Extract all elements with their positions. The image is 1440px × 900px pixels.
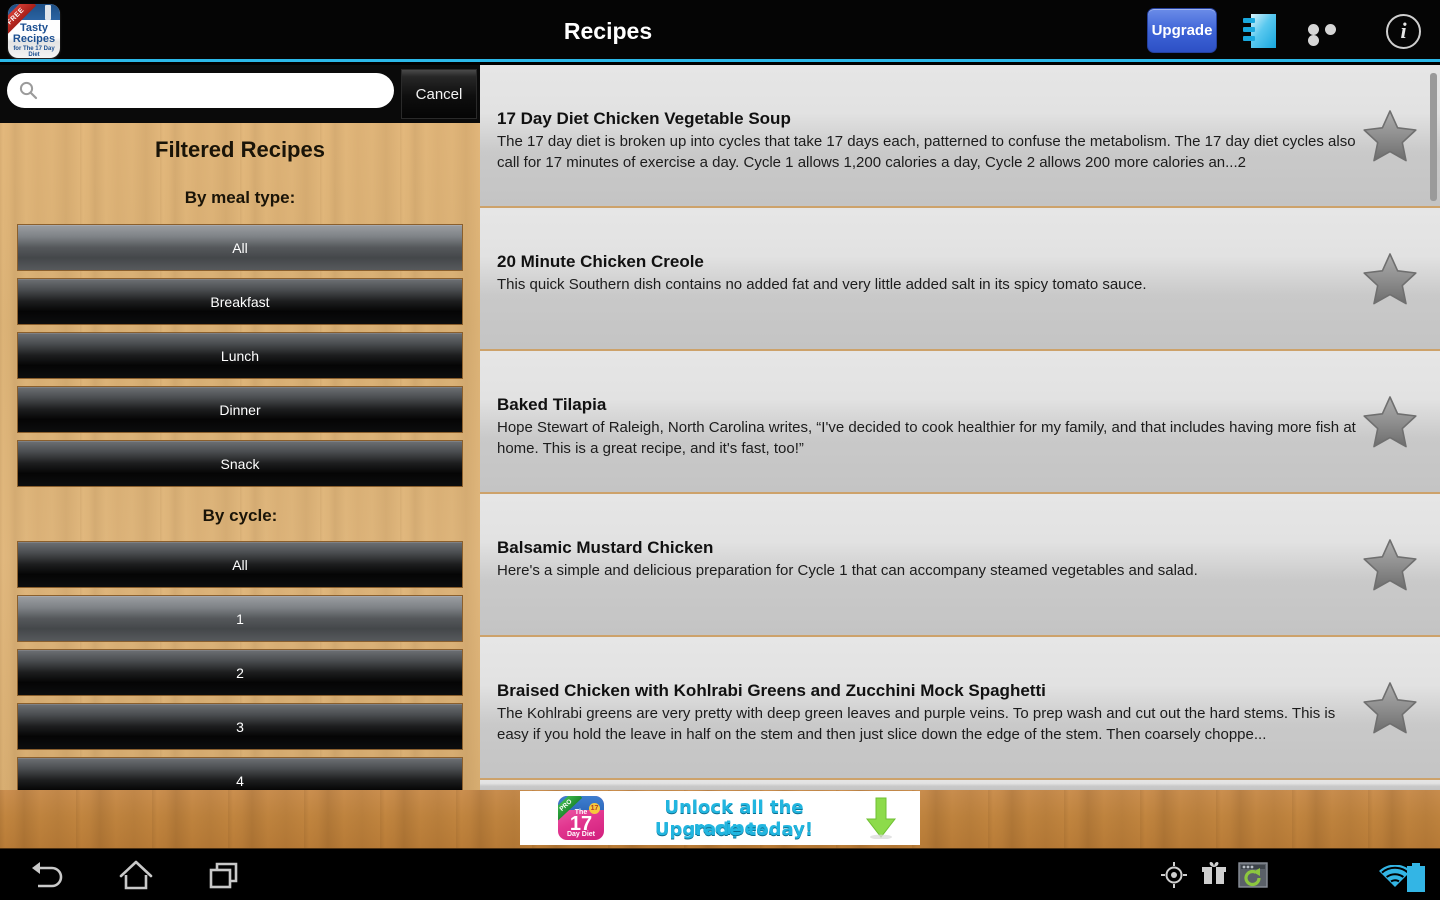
group-label-cycle: By cycle: [202,506,278,525]
sync-icon[interactable] [1238,861,1268,894]
ad-headline-line2: Upgrade today! [654,819,814,840]
table-row[interactable]: Baked Tilapia Hope Stewart of Raleigh, N… [480,351,1440,494]
recipe-description: The Kohlrabi greens are very pretty with… [497,705,1336,743]
filter-cycle-3[interactable]: 3 [17,703,463,750]
overflow-dot [1308,24,1319,35]
home-icon[interactable] [115,859,157,891]
gift-icon[interactable] [1202,861,1226,892]
recipe-title: Baked Tilapia [497,395,607,414]
recipe-title: 17 Day Diet Chicken Vegetable Soup [497,109,791,128]
ad-app-icon: The 17 17 Day Diet PRO [558,796,604,840]
recipe-description: This quick Southern dish contains no add… [497,276,1147,293]
recipe-description: Here's a simple and delicious preparatio… [497,562,1198,579]
recipe-title: Braised Chicken with Kohlrabi Greens and… [497,681,1046,700]
page-title: Recipes [563,18,653,44]
recipe-description: The 17 day diet is broken up into cycles… [497,133,1356,171]
table-row[interactable]: 17 Day Diet Chicken Vegetable Soup The 1… [480,65,1440,208]
overflow-menu-icon[interactable] [1308,24,1354,46]
filter-meal-dinner[interactable]: Dinner [17,386,463,433]
info-icon[interactable]: i [1386,14,1421,49]
star-icon[interactable] [1362,681,1418,735]
location-icon[interactable] [1160,861,1188,894]
filter-cycle-1[interactable]: 1 [17,595,463,642]
group-label-meal-type: By meal type: [184,188,296,207]
recipe-title: Balsamic Mustard Chicken [497,538,714,557]
filter-meal-lunch[interactable]: Lunch [17,332,463,379]
table-row[interactable]: Balsamic Mustard Chicken Here's a simple… [480,494,1440,637]
upgrade-button[interactable]: Upgrade [1147,8,1217,53]
search-icon [19,81,38,100]
recipe-list[interactable]: 17 Day Diet Chicken Vegetable Soup The 1… [480,65,1440,790]
star-icon[interactable] [1362,109,1418,163]
ad-banner[interactable]: The 17 17 Day Diet PRO Unlock all the re… [520,791,920,845]
table-row[interactable]: 20 Minute Chicken Creole This quick Sout… [480,208,1440,351]
sidebar-title: Filtered Recipes [155,137,325,162]
filter-meal-all[interactable]: All [17,224,463,271]
ad-icon-sub: Day Diet [566,831,595,838]
app-root: Tasty Recipes for The 17 Day Diet FREE R… [0,0,1440,900]
filter-cycle-2[interactable]: 2 [17,649,463,696]
download-arrow-icon [864,797,898,840]
table-row[interactable]: Braised Chicken with Kohlrabi Greens and… [480,637,1440,780]
filter-meal-breakfast[interactable]: Breakfast [17,278,463,325]
recipe-description: Hope Stewart of Raleigh, North Carolina … [497,419,1356,457]
filter-sidebar: Cancel Filtered Recipes By meal type: Al… [0,65,480,790]
star-icon[interactable] [1362,252,1418,306]
star-icon[interactable] [1362,395,1418,449]
recent-apps-icon[interactable] [205,859,247,891]
search-input[interactable] [47,73,387,108]
list-scrollbar[interactable] [1430,73,1437,201]
overflow-dot [1325,24,1336,35]
recipe-title: 20 Minute Chicken Creole [497,252,704,271]
filter-meal-snack[interactable]: Snack [17,440,463,487]
search-field[interactable] [7,73,394,108]
system-navigation-bar: 12:33 [0,848,1440,900]
battery-icon[interactable] [1404,863,1428,898]
table-row[interactable] [480,780,1440,790]
search-bar: Cancel [0,65,480,123]
notebook-icon[interactable] [1242,12,1278,50]
action-bar: Tasty Recipes for The 17 Day Diet FREE R… [0,0,1440,62]
star-icon[interactable] [1362,538,1418,592]
back-icon[interactable] [26,859,68,891]
overflow-dot [1308,35,1319,46]
filter-cycle-4[interactable]: 4 [17,757,463,790]
search-cancel-button[interactable]: Cancel [401,69,477,119]
filter-cycle-all[interactable]: All [17,541,463,588]
